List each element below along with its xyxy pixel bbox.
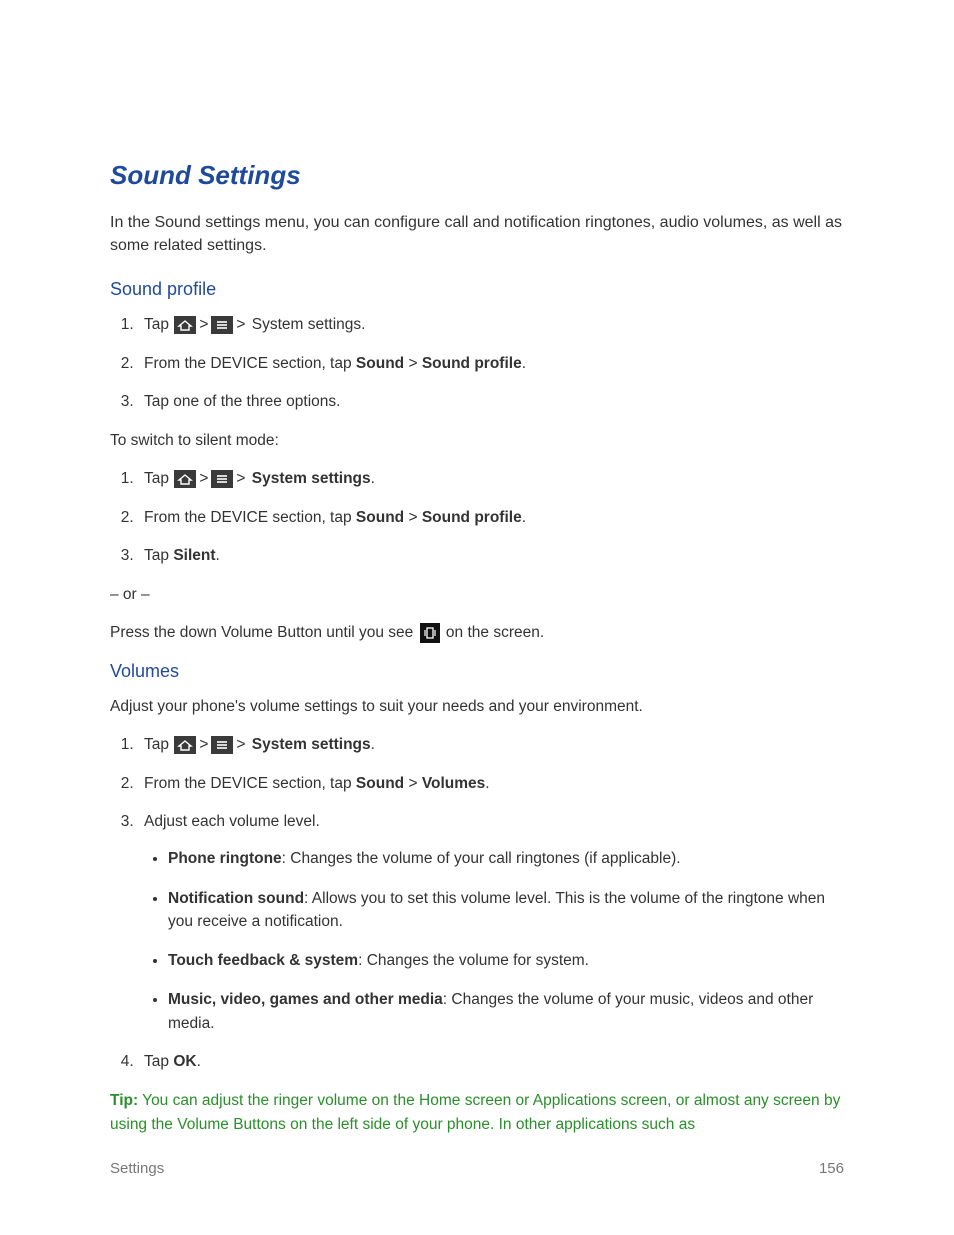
text: > — [404, 355, 422, 372]
text: : Changes the volume for system. — [358, 952, 589, 969]
sound-profile-list-2: Tap > > System settings. From the DEVICE … — [110, 468, 844, 567]
separator: > — [199, 736, 208, 753]
text: Press the down Volume Button until you s… — [110, 624, 418, 641]
bold-text: Volumes — [422, 775, 485, 792]
volumes-intro: Adjust your phone's volume settings to s… — [110, 696, 844, 718]
or-divider: – or – — [110, 584, 844, 606]
list-item: Tap OK. — [138, 1051, 844, 1073]
separator: > — [199, 470, 208, 487]
text: . — [522, 509, 526, 526]
text: > — [404, 775, 422, 792]
text: Tap — [144, 1053, 173, 1070]
separator: > — [199, 316, 208, 333]
bold-text: Touch feedback & system — [168, 952, 358, 969]
section-heading-sound-profile: Sound profile — [110, 279, 844, 300]
bold-text: System settings — [252, 736, 371, 753]
text: System settings. — [247, 316, 365, 333]
separator: > — [236, 316, 245, 333]
tip-paragraph: Tip: You can adjust the ringer volume on… — [110, 1089, 844, 1136]
menu-icon — [211, 470, 233, 488]
text: Tap — [144, 547, 173, 564]
text: Adjust each volume level. — [144, 813, 320, 830]
list-item: Music, video, games and other media: Cha… — [168, 988, 844, 1035]
footer-section: Settings — [110, 1160, 164, 1177]
list-item: From the DEVICE section, tap Sound > Sou… — [138, 507, 844, 529]
text: Tap — [144, 470, 173, 487]
list-item: Tap Silent. — [138, 545, 844, 567]
vibrate-icon — [420, 623, 440, 643]
page-title: Sound Settings — [110, 160, 844, 191]
text: . — [485, 775, 489, 792]
document-page: Sound Settings In the Sound settings men… — [0, 0, 954, 1196]
volume-bullets: Phone ringtone: Changes the volume of yo… — [144, 847, 844, 1035]
text: From the DEVICE section, tap — [144, 775, 356, 792]
bold-text: Notification sound — [168, 890, 304, 907]
list-item: Tap one of the three options. — [138, 391, 844, 413]
separator: > — [236, 736, 245, 753]
bold-text: Sound profile — [422, 509, 522, 526]
bold-text: OK — [173, 1053, 196, 1070]
footer-page-number: 156 — [819, 1160, 844, 1177]
volumes-list: Tap > > System settings. From the DEVICE … — [110, 734, 844, 1073]
list-item: From the DEVICE section, tap Sound > Vol… — [138, 773, 844, 795]
text: From the DEVICE section, tap — [144, 355, 356, 372]
bold-text: Sound — [356, 775, 404, 792]
text: From the DEVICE section, tap — [144, 509, 356, 526]
bold-text: Music, video, games and other media — [168, 991, 443, 1008]
text: > — [404, 509, 422, 526]
text: on the screen. — [442, 624, 545, 641]
section-heading-volumes: Volumes — [110, 661, 844, 682]
bold-text: Sound — [356, 355, 404, 372]
tip-text: You can adjust the ringer volume on the … — [110, 1092, 840, 1132]
intro-paragraph: In the Sound settings menu, you can conf… — [110, 211, 844, 257]
bold-text: Phone ringtone — [168, 850, 282, 867]
text: . — [216, 547, 220, 564]
text: Tap — [144, 736, 173, 753]
list-item: From the DEVICE section, tap Sound > Sou… — [138, 353, 844, 375]
home-icon — [174, 470, 196, 488]
list-item: Adjust each volume level. Phone ringtone… — [138, 811, 844, 1035]
text: . — [371, 470, 375, 487]
menu-icon — [211, 316, 233, 334]
text: . — [371, 736, 375, 753]
text: . — [522, 355, 526, 372]
bold-text: Sound profile — [422, 355, 522, 372]
list-item: Phone ringtone: Changes the volume of yo… — [168, 847, 844, 870]
tip-label: Tip: — [110, 1092, 138, 1109]
bold-text: Silent — [173, 547, 215, 564]
home-icon — [174, 316, 196, 334]
list-item: Notification sound: Allows you to set th… — [168, 887, 844, 934]
bold-text: System settings — [252, 470, 371, 487]
list-item: Touch feedback & system: Changes the vol… — [168, 949, 844, 972]
press-volume-text: Press the down Volume Button until you s… — [110, 622, 844, 644]
home-icon — [174, 736, 196, 754]
text: Tap — [144, 316, 173, 333]
list-item: Tap > > System settings. — [138, 314, 844, 336]
sound-profile-list-1: Tap > > System settings. From the DEVICE … — [110, 314, 844, 413]
text: . — [197, 1053, 201, 1070]
list-item: Tap > > System settings. — [138, 468, 844, 490]
bold-text: Sound — [356, 509, 404, 526]
separator: > — [236, 470, 245, 487]
page-footer: Settings 156 — [110, 1160, 844, 1177]
text: : Changes the volume of your call ringto… — [282, 850, 681, 867]
menu-icon — [211, 736, 233, 754]
switch-text: To switch to silent mode: — [110, 430, 844, 452]
list-item: Tap > > System settings. — [138, 734, 844, 756]
